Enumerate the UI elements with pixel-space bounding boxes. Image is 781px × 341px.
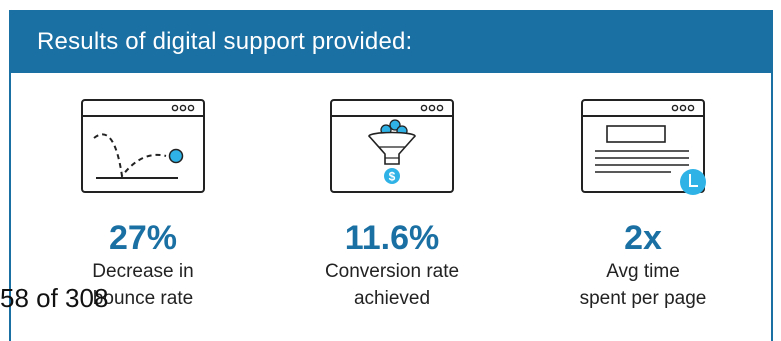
card-header: Results of digital support provided: [11,10,771,73]
browser-clock-icon [581,99,706,195]
results-card: Results of digital support provided: 27%… [9,10,773,341]
header-title: Results of digital support provided: [37,28,413,55]
svg-text:$: $ [389,170,396,184]
page-number: 58 of 308 [0,283,109,313]
stat-value: 2x [624,219,662,257]
stat-label-line1: Avg time [606,261,680,282]
stat-label-line1: Conversion rate [324,261,460,282]
stat-conversion-rate: $ 11.6% Conversion rate achieved [277,98,507,312]
browser-funnel-icon: $ [330,99,454,193]
stat-label-line1: Decrease in [92,261,194,282]
stat-label-line2: achieved [353,288,431,309]
stat-time-per-page: 2x Avg time spent per page [528,98,758,312]
stat-bounce-rate: 27% Decrease in bounce rate [28,98,258,312]
stat-value: 27% [108,219,178,257]
stat-value: 11.6% [344,219,440,257]
browser-bounce-icon [81,99,205,193]
stat-label-line2: spent per page [579,288,707,309]
